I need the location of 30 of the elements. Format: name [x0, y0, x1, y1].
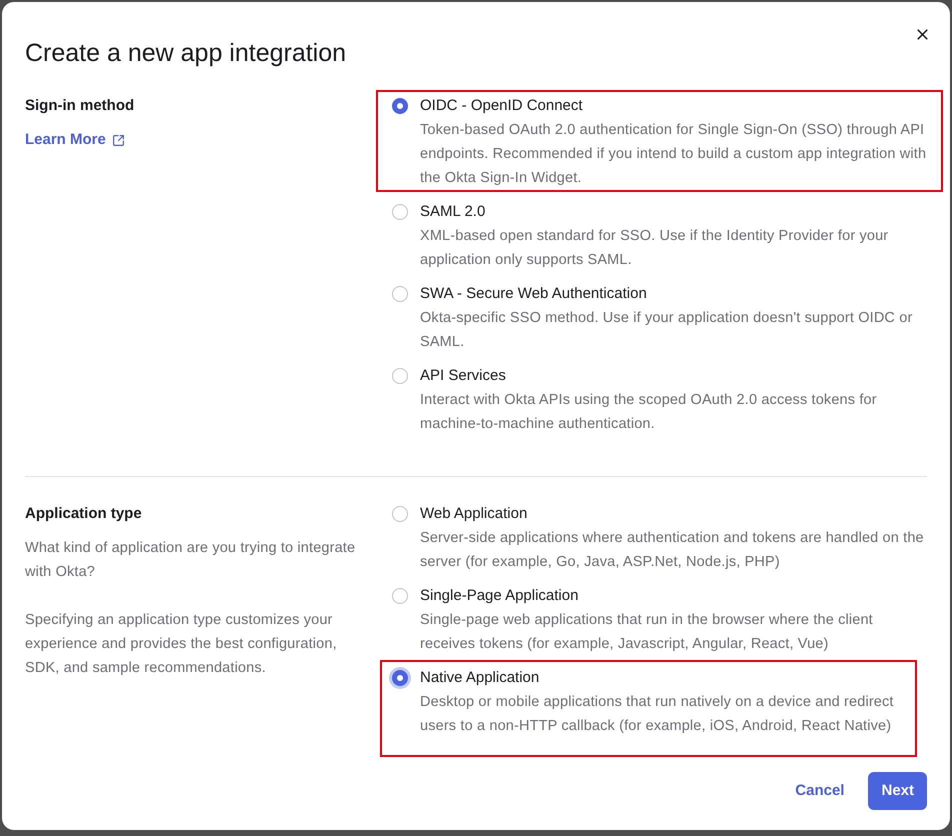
option-description: Interact with Okta APIs using the scoped OAuth 2.0 access tokens for machine-to-machine authentication. — [420, 391, 878, 434]
option-description: Single-page web applications that run in the browser where the client receives tokens (for example, Javascript, Angular, React, Vue) — [420, 611, 874, 654]
option-description: Okta-specific SSO method. Use if your application doesn't support OIDC or SAML. — [420, 309, 914, 352]
dialog-title: Create a new app integration — [25, 38, 346, 69]
cancel-button[interactable]: Cancel — [783, 772, 856, 810]
section-description: Specifying an application type customizes your experience and provides the best configuration, SDK, and sample recommendations. — [25, 611, 338, 678]
option-description: Token-based OAuth 2.0 authentication for Single Sign-On (SSO) through API endpoints. Recommended if you intend to build a custom app integration with the Okta Sign-In Widget. — [420, 121, 927, 188]
radio-button[interactable] — [392, 506, 408, 522]
option-title: Native Application — [420, 668, 540, 688]
option-description: Desktop or mobile applications that run natively on a device and redirect users to a non-HTTP callback (for example, iOS, Android, React Native) — [420, 693, 895, 736]
section-heading: Sign-in method — [25, 96, 134, 116]
radio-button[interactable] — [392, 204, 408, 220]
radio-button[interactable] — [392, 98, 408, 114]
learn-more-link[interactable]: Learn More — [25, 128, 125, 152]
option-title: API Services — [420, 366, 506, 386]
section-description: What kind of application are you trying to integrate with Okta? — [25, 539, 356, 582]
radio-button[interactable] — [392, 286, 408, 302]
option-title: SWA - Secure Web Authentication — [420, 284, 647, 304]
section-heading: Application type — [25, 504, 142, 524]
option-description: Server-side applications where authentication and tokens are handled on the server (for example, Go, Java, ASP.Net, Node.js, PHP) — [420, 529, 925, 572]
option-title: Single-Page Application — [420, 586, 578, 606]
option-title: Web Application — [420, 504, 528, 524]
radio-button[interactable] — [392, 588, 408, 604]
option-description: XML-based open standard for SSO. Use if the Identity Provider for your application only supports SAML. — [420, 227, 890, 270]
external-link-icon — [112, 134, 125, 146]
option-title: SAML 2.0 — [420, 202, 486, 222]
radio-button[interactable] — [392, 368, 408, 384]
next-button[interactable]: Next — [868, 772, 927, 810]
option-title: OIDC - OpenID Connect — [420, 96, 583, 116]
radio-button[interactable] — [392, 670, 408, 686]
